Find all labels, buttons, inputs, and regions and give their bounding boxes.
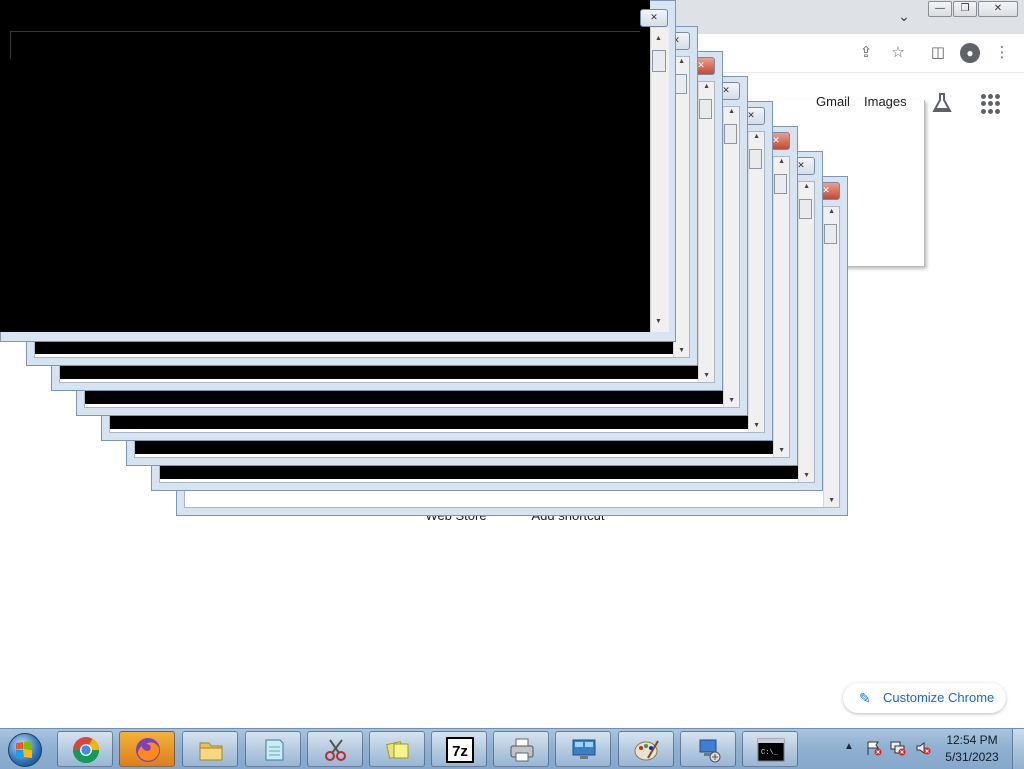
bookmark-star-icon[interactable]: ☆ [888, 43, 908, 63]
clock-date[interactable]: 5/31/2023 [937, 750, 1007, 764]
cmd-icon: C:\_ [757, 738, 785, 762]
scroll-down-icon[interactable]: ▼ [655, 318, 662, 325]
labs-icon[interactable] [930, 92, 954, 114]
taskbar-chrome[interactable] [57, 731, 113, 767]
close-icon[interactable]: ✕ [640, 9, 668, 27]
paint-icon [634, 740, 659, 761]
taskbar-paint[interactable] [618, 731, 674, 767]
customize-chrome-label: Customize Chrome [883, 690, 995, 705]
scissors-icon [325, 739, 346, 761]
system-tray: ▲ 12:54 PM 5/31/2023 [836, 729, 1024, 769]
network-icon[interactable] [890, 740, 906, 756]
close-button[interactable]: ✕ [978, 1, 1018, 17]
minimize-button[interactable]: — [928, 1, 952, 17]
printer-icon [510, 738, 534, 762]
cmd-prompt-label: C:\_ [761, 749, 779, 757]
taskbar-firefox[interactable] [119, 731, 175, 767]
apps-grid-icon[interactable] [981, 94, 1001, 114]
menu-icon[interactable]: ⋮ [992, 43, 1012, 63]
clock-time[interactable]: 12:54 PM [937, 733, 1007, 747]
notepad-icon [265, 739, 284, 761]
taskbar-7zip[interactable]: 7z [431, 731, 487, 767]
remote-desktop-icon [572, 739, 596, 759]
scroll-up-icon[interactable]: ▲ [655, 35, 662, 42]
chrome-icon [72, 737, 100, 764]
taskbar-printer[interactable] [493, 731, 549, 767]
share-icon[interactable]: ⇪ [856, 43, 876, 63]
folder-icon [199, 742, 223, 761]
7zip-label: 7z [452, 743, 468, 760]
side-panel-icon[interactable]: ◫ [928, 43, 948, 63]
taskbar-network[interactable] [680, 731, 736, 767]
taskbar-cmd[interactable]: C:\_ [742, 731, 798, 767]
taskbar-remote-desktop[interactable] [555, 731, 611, 767]
profile-icon[interactable]: ● [960, 43, 980, 63]
pencil-icon: ✎ [859, 690, 871, 706]
7zip-icon: 7z [446, 737, 474, 763]
taskbar-snipping-tool[interactable] [307, 731, 363, 767]
taskbar-explorer[interactable] [182, 731, 238, 767]
tab-search-icon[interactable]: ⌄ [892, 5, 916, 27]
windows-flag-icon [16, 741, 32, 758]
volume-muted-icon[interactable] [915, 740, 931, 756]
taskbar-notepad[interactable] [245, 731, 301, 767]
firefox-icon [136, 738, 160, 762]
scroll-thumb[interactable] [652, 50, 666, 72]
start-button[interactable] [4, 731, 44, 767]
show-hidden-icons-arrow[interactable]: ▲ [844, 741, 854, 752]
taskbar: 7z C:\_ ▲ 12:54 PM 5/31/2023 [0, 728, 1024, 769]
restore-button[interactable]: ❐ [953, 1, 977, 17]
sticky-notes-icon [386, 741, 409, 759]
show-desktop-button[interactable] [1012, 729, 1024, 769]
action-center-flag-icon[interactable] [866, 740, 882, 756]
console-scrollbar[interactable] [650, 28, 669, 332]
customize-chrome-button[interactable]: ✎ Customize Chrome [843, 683, 1006, 713]
console-screen[interactable] [0, 0, 650, 332]
console-window[interactable]: ▲ ▼ ✕ [0, 0, 676, 342]
network-icon [699, 739, 721, 763]
taskbar-sticky-notes[interactable] [369, 731, 425, 767]
